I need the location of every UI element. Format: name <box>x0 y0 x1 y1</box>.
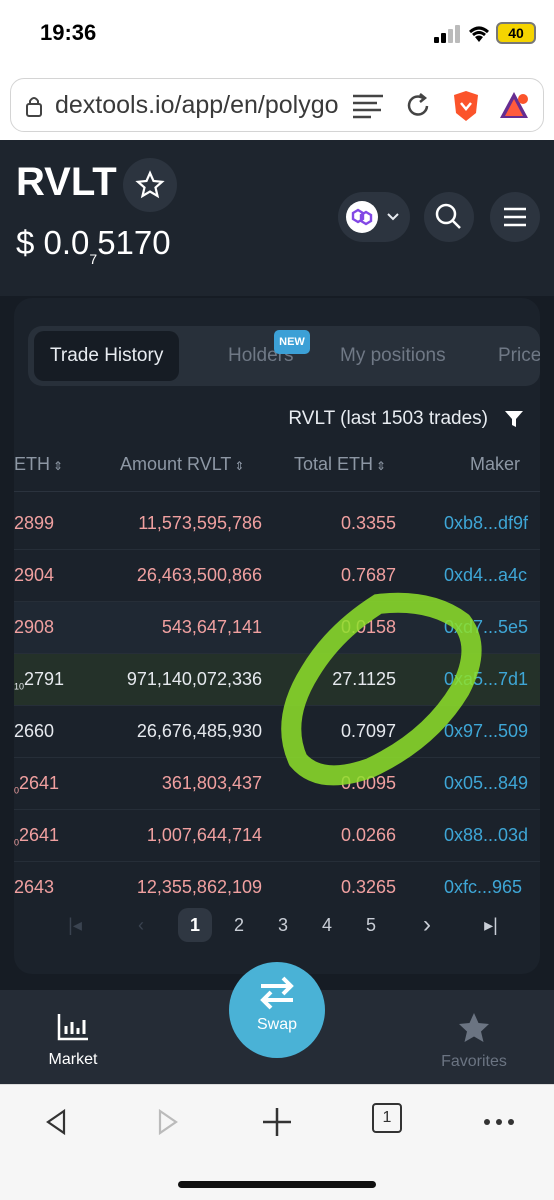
back-icon[interactable] <box>40 1105 74 1139</box>
nav-favorites[interactable]: Favorites <box>432 1012 516 1071</box>
bar-chart-icon <box>57 1014 88 1041</box>
nav-market[interactable]: Market <box>40 1012 106 1069</box>
more-options-icon[interactable] <box>482 1105 516 1139</box>
swap-button[interactable]: Swap <box>229 962 325 1058</box>
tab-switcher-button[interactable]: 1 <box>372 1103 402 1133</box>
new-tab-icon[interactable] <box>260 1105 294 1139</box>
browser-toolbar: 1 <box>0 1084 554 1200</box>
star-icon <box>459 1013 489 1042</box>
swap-arrows-icon <box>260 976 294 1010</box>
forward-icon[interactable] <box>150 1105 184 1139</box>
home-indicator <box>178 1181 376 1188</box>
